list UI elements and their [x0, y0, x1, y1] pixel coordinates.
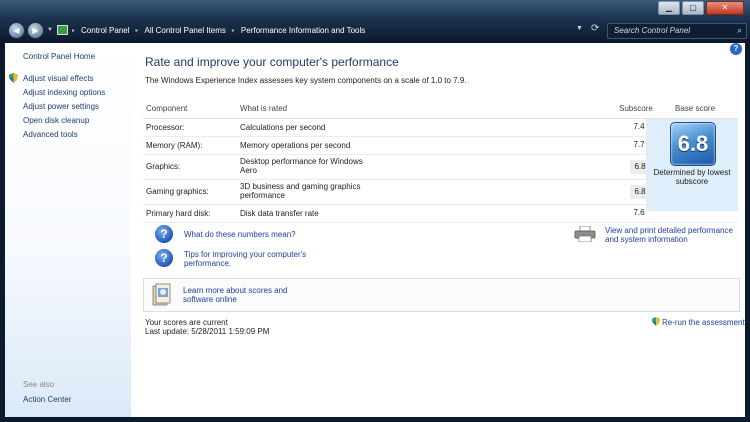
header-subscore: Subscore [619, 104, 653, 113]
address-dropdown-icon[interactable]: ▼ [576, 25, 583, 32]
search-icon[interactable]: ⌕ [737, 25, 742, 36]
chevron-right-icon[interactable]: ▸ [230, 27, 237, 34]
window-frame [745, 40, 750, 422]
maximize-button[interactable]: ▢ [682, 1, 704, 15]
header-base-score: Base score [675, 104, 716, 113]
adjust-power-settings-link[interactable]: Adjust power settings [23, 101, 105, 115]
learn-more-scores-link[interactable]: Learn more about scores and software onl… [183, 286, 318, 304]
what-is-rated: 3D business and gaming graphics performa… [240, 182, 361, 200]
what-do-numbers-mean-link[interactable]: What do these numbers mean? [184, 230, 296, 239]
breadcrumb-all-items[interactable]: All Control Panel Items [141, 26, 230, 35]
main-content: Rate and improve your computer's perform… [131, 43, 745, 417]
shield-icon [652, 317, 660, 326]
recent-pages-dropdown-icon[interactable]: ▼ [47, 27, 53, 33]
open-disk-cleanup-link[interactable]: Open disk cleanup [23, 115, 105, 129]
task-label: Adjust indexing options [23, 88, 106, 97]
table-header: Component What is rated Subscore Base sc… [143, 104, 738, 119]
last-update: Last update: 5/28/2011 1:59:09 PM [145, 327, 270, 336]
help-icon[interactable]: ? [155, 225, 173, 243]
chevron-right-icon[interactable]: ▸ [134, 27, 141, 34]
action-center-link[interactable]: Action Center [23, 395, 71, 404]
base-score-caption: Determined by lowest subscore [653, 168, 731, 186]
window-controls: ▁ ▢ ✕ [656, 1, 744, 15]
breadcrumb: ▸ Control Panel ▸ All Control Panel Item… [70, 23, 369, 37]
control-panel-icon [57, 25, 68, 35]
what-is-rated: Desktop performance for Windows Aero [240, 157, 363, 175]
what-is-rated: Memory operations per second [240, 141, 351, 150]
what-is-rated: Disk data transfer rate [240, 209, 319, 218]
what-is-rated: Calculations per second [240, 123, 326, 132]
control-panel-home-link[interactable]: Control Panel Home [23, 52, 95, 61]
intro-text: The Windows Experience Index assesses ke… [145, 76, 467, 85]
window-frame [0, 417, 750, 422]
advanced-tools-link[interactable]: Advanced tools [23, 129, 105, 143]
close-button[interactable]: ✕ [706, 1, 744, 15]
header-component: Component [146, 104, 188, 113]
search-box[interactable]: Search Control Panel ⌕ [607, 23, 747, 39]
task-label: Adjust power settings [23, 102, 100, 111]
left-pane: Control Panel Home Adjust visual effects… [5, 43, 131, 417]
component-name: Processor: [146, 123, 185, 132]
shield-icon [9, 73, 18, 83]
breadcrumb-control-panel[interactable]: Control Panel [77, 26, 133, 35]
component-name: Graphics: [146, 162, 181, 171]
software-box-icon [152, 283, 171, 306]
component-name: Primary hard disk: [146, 209, 211, 218]
score-table: Component What is rated Subscore Base sc… [143, 104, 738, 223]
view-print-details-link[interactable]: View and print detailed performance and … [605, 226, 740, 244]
tips-improving-performance-link[interactable]: Tips for improving your computer's perfo… [184, 250, 324, 268]
refresh-icon[interactable]: ⟳ [591, 23, 599, 34]
printer-icon[interactable] [574, 226, 596, 242]
chevron-right-icon[interactable]: ▸ [70, 27, 77, 34]
component-name: Memory (RAM): [146, 141, 203, 150]
task-label: Adjust visual effects [23, 74, 94, 83]
back-button[interactable]: ◀ [8, 22, 25, 39]
learn-more-box: Learn more about scores and software onl… [143, 278, 740, 312]
see-also-heading: See also [23, 380, 55, 389]
header-what-is-rated: What is rated [240, 104, 288, 113]
task-label: Advanced tools [23, 130, 78, 139]
breadcrumb-performance[interactable]: Performance Information and Tools [237, 26, 369, 35]
search-input[interactable]: Search Control Panel [614, 26, 690, 35]
help-icon[interactable]: ? [155, 249, 173, 267]
base-score-badge: 6.8 [670, 122, 716, 166]
page-title: Rate and improve your computer's perform… [145, 55, 399, 69]
task-label: Open disk cleanup [23, 116, 90, 125]
help-icon[interactable]: ? [730, 43, 742, 55]
adjust-visual-effects-link[interactable]: Adjust visual effects [9, 73, 105, 87]
forward-button[interactable]: ▶ [27, 22, 44, 39]
component-name: Gaming graphics: [146, 187, 209, 196]
minimize-button[interactable]: ▁ [658, 1, 680, 15]
task-list: Adjust visual effects Adjust indexing op… [9, 73, 105, 143]
rerun-assessment-link[interactable]: Re-run the assessment [662, 318, 745, 327]
scores-status: Your scores are current [145, 318, 228, 327]
adjust-indexing-options-link[interactable]: Adjust indexing options [23, 87, 105, 101]
title-bar: ▁ ▢ ✕ ◀ ▶ ▼ ▸ Control Panel ▸ All Contro… [0, 0, 750, 40]
base-score-panel: 6.8 Determined by lowest subscore [646, 119, 738, 211]
